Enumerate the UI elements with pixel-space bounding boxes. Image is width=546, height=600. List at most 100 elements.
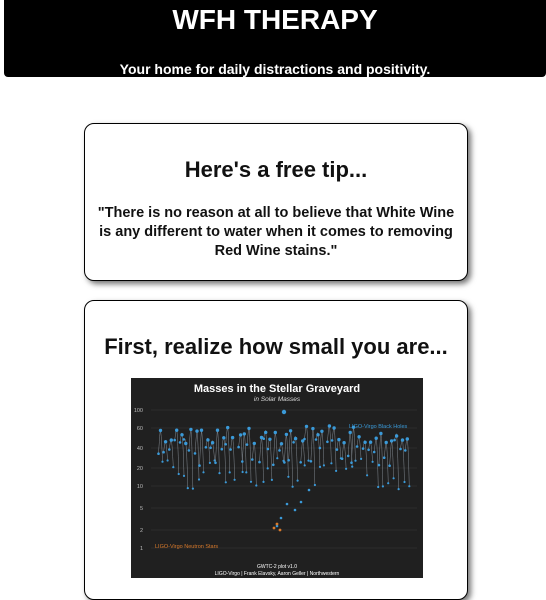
black-hole-marker — [252, 441, 256, 446]
black-hole-marker — [345, 467, 348, 470]
black-hole-marker — [285, 502, 289, 506]
black-hole-marker — [381, 485, 384, 488]
black-hole-marker — [346, 454, 350, 458]
site-title: WFH THERAPY — [172, 4, 378, 35]
y-tick-label: 1 — [140, 546, 143, 552]
black-hole-marker — [342, 441, 346, 445]
black-hole-marker — [166, 459, 169, 462]
black-hole-marker — [335, 448, 339, 451]
black-hole-marker — [374, 436, 378, 440]
black-hole-marker — [233, 478, 236, 481]
black-hole-marker — [266, 447, 270, 451]
black-hole-marker — [162, 450, 165, 454]
black-hole-marker — [268, 437, 272, 441]
black-hole-marker — [264, 430, 268, 435]
black-hole-marker — [348, 430, 352, 435]
black-hole-marker — [175, 428, 179, 432]
black-hole-marker — [318, 446, 322, 450]
black-hole-marker — [397, 488, 400, 491]
black-hole-marker — [354, 459, 357, 462]
black-hole-marker — [337, 437, 341, 442]
black-hole-marker — [316, 433, 320, 437]
black-hole-marker — [363, 440, 367, 444]
image-subtitle: in Solar Masses — [254, 396, 301, 403]
black-hole-marker — [241, 460, 244, 463]
y-tick-label: 60 — [137, 426, 143, 432]
black-hole-marker — [388, 464, 391, 467]
black-hole-marker — [293, 436, 298, 441]
black-hole-marker — [303, 464, 306, 467]
space-heading: First, realize how small you are... — [104, 334, 448, 359]
black-hole-marker — [361, 447, 365, 450]
y-tick-label: 2 — [140, 528, 143, 534]
black-hole-marker — [335, 469, 338, 472]
black-hole-marker — [262, 480, 265, 483]
black-hole-marker — [283, 461, 286, 464]
black-hole-marker — [403, 480, 406, 484]
black-hole-marker — [281, 409, 287, 415]
black-hole-marker — [292, 441, 295, 444]
black-hole-marker — [367, 448, 370, 452]
black-hole-marker — [220, 447, 224, 451]
black-hole-marker — [258, 460, 261, 464]
image-title: Masses in the Stellar Graveyard — [194, 383, 360, 395]
black-hole-marker — [238, 433, 243, 437]
black-hole-marker — [278, 449, 281, 452]
black-hole-marker — [187, 449, 191, 452]
black-hole-marker — [355, 445, 359, 448]
black-hole-marker — [307, 488, 311, 492]
black-hole-marker — [394, 434, 399, 438]
black-hole-marker — [247, 426, 251, 431]
black-hole-marker — [208, 461, 211, 464]
tip-quote: "There is no reason at all to believe th… — [97, 205, 455, 259]
black-hole-marker — [377, 463, 381, 467]
black-hole-marker — [320, 429, 324, 433]
black-hole-marker — [177, 472, 180, 476]
neutron-star-marker — [278, 528, 282, 532]
black-hole-marker — [404, 449, 407, 452]
black-hole-marker — [157, 452, 160, 455]
black-hole-marker — [195, 429, 199, 433]
site-tagline: Your home for daily distractions and pos… — [119, 61, 431, 77]
black-hole-marker — [360, 457, 363, 460]
black-hole-marker — [199, 428, 204, 432]
black-hole-marker — [158, 428, 163, 433]
black-hole-marker — [249, 480, 253, 483]
black-hole-marker — [222, 436, 226, 440]
black-hole-marker — [245, 471, 248, 474]
black-hole-marker — [377, 485, 380, 489]
black-hole-marker — [168, 448, 171, 451]
black-hole-marker — [351, 465, 354, 468]
legend-neutron-stars: LIGO-Virgo Neutron Stars — [155, 544, 218, 550]
black-hole-marker — [288, 429, 293, 433]
black-hole-marker — [287, 458, 290, 462]
black-hole-marker — [350, 461, 353, 464]
site-header: WFH THERAPY Your home for daily distract… — [4, 0, 546, 77]
black-hole-marker — [392, 477, 395, 480]
black-hole-marker — [279, 442, 284, 446]
tip-card: Here's a free tip... "There is no reason… — [84, 123, 468, 281]
black-hole-marker — [287, 475, 290, 478]
black-hole-marker — [193, 452, 197, 455]
black-hole-marker — [182, 474, 186, 477]
black-hole-marker — [313, 483, 316, 487]
black-hole-marker — [326, 440, 329, 444]
black-hole-marker — [226, 425, 230, 430]
black-hole-marker — [393, 438, 396, 442]
black-hole-marker — [384, 440, 388, 445]
y-tick-label: 20 — [137, 466, 143, 472]
black-hole-marker — [303, 437, 306, 441]
black-hole-marker — [314, 438, 318, 441]
black-hole-marker — [186, 487, 189, 490]
black-hole-marker — [309, 460, 313, 463]
black-hole-marker — [296, 479, 299, 482]
black-hole-marker — [224, 481, 227, 484]
black-hole-marker — [379, 431, 383, 436]
black-hole-marker — [161, 460, 164, 463]
y-tick-label: 40 — [137, 446, 143, 452]
black-hole-marker — [180, 433, 184, 437]
black-hole-marker — [408, 485, 411, 488]
y-tick-label: 10 — [137, 484, 143, 490]
black-hole-marker — [178, 441, 182, 444]
black-hole-marker — [241, 470, 244, 474]
